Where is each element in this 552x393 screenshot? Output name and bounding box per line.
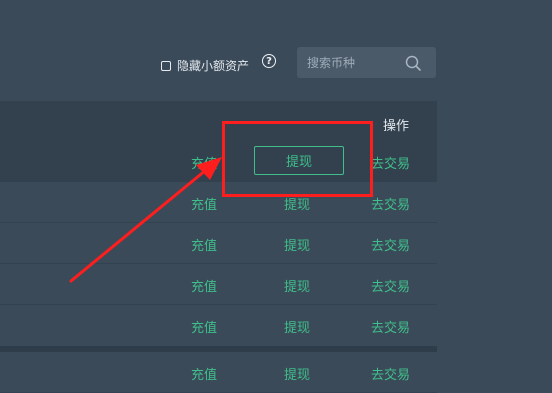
annotation-arrow-icon bbox=[69, 157, 222, 283]
